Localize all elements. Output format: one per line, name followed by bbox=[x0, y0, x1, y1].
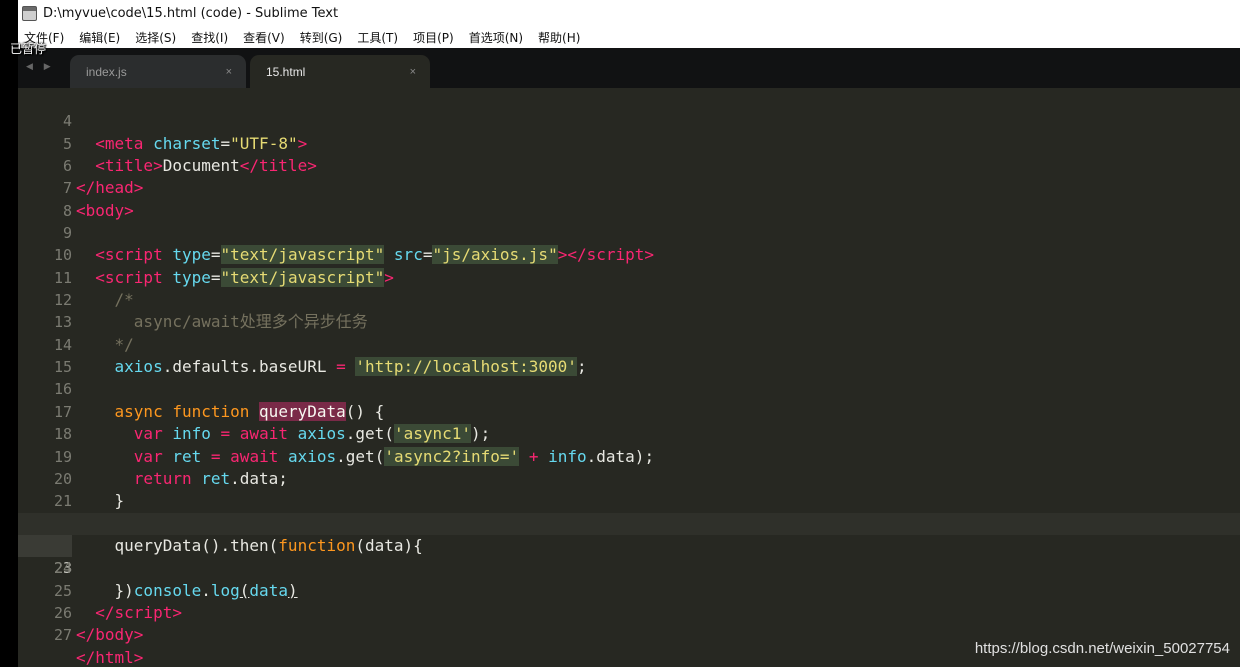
paused-overlay-label: 已暂停 bbox=[10, 42, 47, 56]
code-text: </html> bbox=[76, 647, 144, 667]
code-line: 14 axios.defaults.baseURL = 'http://loca… bbox=[18, 311, 1240, 377]
code-line: 6 </head> bbox=[18, 133, 1240, 197]
window-title: D:\myvue\code\15.html (code) - Sublime T… bbox=[43, 5, 339, 21]
code-line: 18 var ret = await axios.get('async2?inf… bbox=[18, 401, 1240, 466]
code-line: 8 bbox=[18, 177, 1240, 220]
code-line: 15 bbox=[18, 334, 1240, 376]
close-icon[interactable]: × bbox=[226, 66, 232, 78]
code-line: 20 } bbox=[18, 446, 1240, 510]
code-line: 11 /* bbox=[18, 244, 1240, 309]
menu-find[interactable]: 查找(I) bbox=[191, 29, 228, 46]
tab-15-html[interactable]: 15.html × bbox=[250, 55, 430, 88]
menu-selection[interactable]: 选择(S) bbox=[135, 29, 176, 46]
code-line: 10 <script type="text/javascript"> bbox=[18, 222, 1240, 287]
menu-goto[interactable]: 转到(G) bbox=[300, 29, 343, 46]
left-black-strip bbox=[0, 0, 18, 667]
csdn-watermark: https://blog.csdn.net/weixin_50027754 bbox=[974, 640, 1230, 657]
code-line: 4 <meta charset="UTF-8"> bbox=[18, 88, 1240, 152]
close-icon[interactable]: × bbox=[410, 66, 416, 78]
code-line: 7 <body> bbox=[18, 155, 1240, 219]
code-line: 19 return ret.data; bbox=[18, 423, 1240, 488]
menu-preferences[interactable]: 首选项(N) bbox=[469, 29, 523, 46]
code-line: 16 async function queryData() { bbox=[18, 356, 1240, 421]
menu-edit[interactable]: 编辑(E) bbox=[79, 29, 120, 46]
code-line: 26 </body> bbox=[18, 580, 1240, 644]
menu-help[interactable]: 帮助(H) bbox=[538, 29, 580, 46]
menu-tools[interactable]: 工具(T) bbox=[357, 29, 398, 46]
menu-project[interactable]: 项目(P) bbox=[413, 29, 454, 46]
tab-index-js[interactable]: index.js × bbox=[70, 55, 246, 88]
code-line: 17 var info = await axios.get('async1'); bbox=[18, 378, 1240, 444]
code-line: 12 async/await处理多个异步任务 bbox=[18, 267, 1240, 331]
menu-view[interactable]: 查看(V) bbox=[243, 29, 285, 46]
code-line: 13 */ bbox=[18, 289, 1240, 353]
code-line: 5 <title>Document</title> bbox=[18, 110, 1240, 175]
tab-bar: ◀ ▶ index.js × 15.html × bbox=[18, 48, 1240, 88]
tab-label: index.js bbox=[86, 64, 127, 79]
code-line-current: 23 console.log(data) bbox=[18, 512, 1240, 600]
code-line: 21 bbox=[18, 468, 1240, 510]
code-line: 22 queryData().then(function(data){ bbox=[18, 490, 1240, 555]
line-number: 27 bbox=[53, 626, 72, 645]
sublime-app-icon bbox=[22, 5, 37, 21]
tab-nav-arrows-icon[interactable]: ◀ ▶ bbox=[26, 62, 55, 72]
code-line: 24 }) bbox=[18, 535, 1240, 599]
tab-label: 15.html bbox=[266, 64, 306, 79]
code-line: 25 </script> bbox=[18, 557, 1240, 622]
code-text: </body> bbox=[76, 625, 144, 645]
title-bar: D:\myvue\code\15.html (code) - Sublime T… bbox=[18, 0, 1240, 26]
menu-bar: 文件(F) 编辑(E) 选择(S) 查找(I) 查看(V) 转到(G) 工具(T… bbox=[18, 26, 1240, 48]
code-line: 9 <script type="text/javascript" src="js… bbox=[18, 200, 1240, 265]
code-editor[interactable]: 4 <meta charset="UTF-8"> 5 <title>Docume… bbox=[18, 88, 1240, 667]
code-line: 27 </html> bbox=[18, 602, 1240, 666]
